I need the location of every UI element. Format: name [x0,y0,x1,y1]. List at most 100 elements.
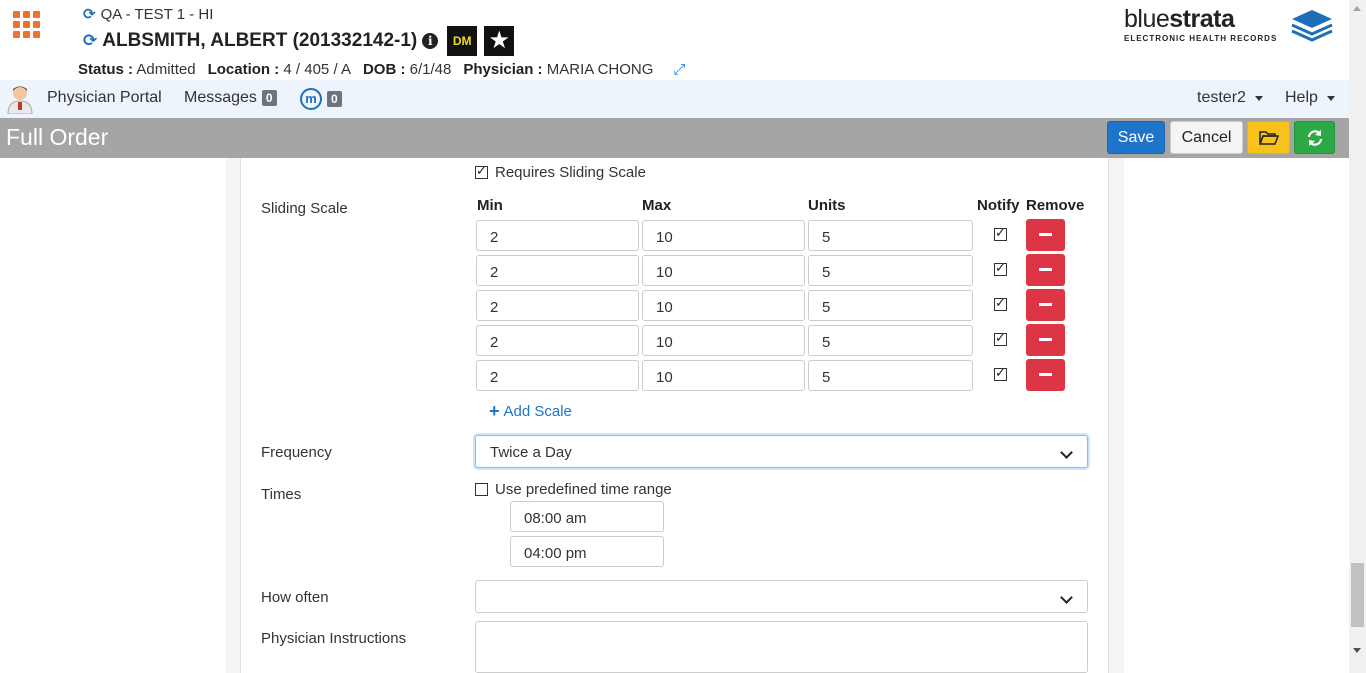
facility-line: ⟳ QA - TEST 1 - HI [83,5,214,24]
how-often-select[interactable] [475,580,1088,613]
requires-sliding-scale-checkbox[interactable] [475,163,488,179]
scroll-thumb[interactable] [1351,563,1364,627]
help-menu[interactable]: Help [1285,89,1335,107]
requires-sliding-scale-row[interactable]: Requires Sliding Scale [475,163,646,181]
logo-text-light: blue [1124,5,1170,33]
physician-label: Physician : [463,61,543,78]
m-count-badge: 0 [327,91,342,107]
min-input[interactable]: 2 [476,220,639,251]
physician-instructions-textarea[interactable] [475,621,1088,673]
plus-icon: + [489,401,500,421]
notify-checkbox[interactable] [994,330,1007,346]
nav-messages-label: Messages [184,89,257,106]
units-input[interactable]: 5 [808,290,973,321]
remove-row-button[interactable] [1026,359,1065,391]
nav-m-messages[interactable]: m 0 [300,88,342,110]
chevron-down-icon [1060,446,1073,459]
col-max: Max [642,197,672,214]
requires-sliding-scale-label: Requires Sliding Scale [495,164,646,181]
max-input[interactable]: 10 [642,325,805,356]
frequency-label: Frequency [261,444,332,461]
refresh-icon[interactable]: ⟳ [83,5,96,23]
notify-checkbox[interactable] [994,260,1007,276]
dm-badge[interactable]: DM [447,26,478,56]
nav-physician-portal-label: Physician Portal [47,89,162,106]
remove-row-button[interactable] [1026,289,1065,321]
refresh-icon[interactable]: ⟳ [83,31,97,51]
units-input[interactable]: 5 [808,360,973,391]
facility-name: QA - TEST 1 - HI [100,5,214,23]
logo-text-bold: strata [1169,5,1235,33]
col-notify: Notify [977,197,1020,214]
times-label: Times [261,486,302,503]
location-label: Location : [207,61,280,78]
star-badge-icon[interactable]: ★ [484,26,515,56]
col-min: Min [477,197,503,214]
caret-down-icon [1254,95,1263,101]
col-remove: Remove [1026,197,1085,214]
remove-row-button[interactable] [1026,324,1065,356]
time-input[interactable]: 08:00 am [510,501,664,532]
predefined-range-label: Use predefined time range [495,481,672,498]
min-input[interactable]: 2 [476,290,639,321]
max-input[interactable]: 10 [642,255,805,286]
predefined-range-checkbox[interactable] [475,483,488,496]
caret-down-icon [1326,95,1335,101]
notify-checkbox[interactable] [994,295,1007,311]
time-input[interactable]: 04:00 pm [510,536,664,567]
remove-row-button[interactable] [1026,219,1065,251]
nav-physician-portal[interactable]: Physician Portal [47,89,162,107]
folder-open-icon [1258,131,1279,145]
cancel-button[interactable]: Cancel [1170,121,1243,154]
bluestrata-logo: bluestrata ELECTRONIC HEALTH RECORDS [1124,6,1334,46]
user-name: tester2 [1197,89,1246,106]
open-folder-button[interactable] [1247,121,1290,154]
frequency-select[interactable]: Twice a Day [475,435,1088,468]
units-input[interactable]: 5 [808,220,973,251]
physician-instructions-label: Physician Instructions [261,630,407,647]
refresh-icon [1307,129,1322,146]
layers-logo-icon [1291,10,1333,42]
dob-value: 6/1/48 [409,61,452,78]
min-input[interactable]: 2 [476,255,639,286]
save-button[interactable]: Save [1107,121,1165,154]
user-menu[interactable]: tester2 [1197,89,1263,107]
title-bar: Full Order Save Cancel [0,118,1349,158]
apps-grid-icon[interactable] [13,11,41,39]
status-label: Status : [78,61,134,78]
m-messaging-icon: m [300,88,322,110]
dob-label: DOB : [362,61,406,78]
patient-name: ALBSMITH, ALBERT (201332142-1) [102,30,418,51]
remove-row-button[interactable] [1026,254,1065,286]
how-often-label: How often [261,589,329,606]
refresh-button[interactable] [1294,121,1335,154]
max-input[interactable]: 10 [642,360,805,391]
patient-header: ⟳ QA - TEST 1 - HI ⟳ ALBSMITH, ALBERT (2… [0,0,1349,80]
nav-messages[interactable]: Messages 0 [184,89,277,107]
min-input[interactable]: 2 [476,325,639,356]
order-form: Requires Sliding Scale Sliding Scale Min… [0,158,1349,673]
max-input[interactable]: 10 [642,290,805,321]
help-label: Help [1285,89,1318,106]
notify-checkbox[interactable] [994,225,1007,241]
page-scrollbar[interactable] [1349,0,1366,673]
min-input[interactable]: 2 [476,360,639,391]
patient-details: Status : Admitted Location : 4 / 405 / A… [78,61,685,78]
left-gutter [226,158,241,673]
scroll-down-arrow-icon[interactable] [1353,648,1361,653]
max-input[interactable]: 10 [642,220,805,251]
patient-line: ⟳ ALBSMITH, ALBERT (201332142-1) i DM ★ [83,26,515,56]
frequency-value: Twice a Day [490,444,572,461]
predefined-range-row[interactable]: Use predefined time range [475,481,672,498]
units-input[interactable]: 5 [808,255,973,286]
physician-avatar-icon [7,86,33,114]
expand-icon[interactable]: ⤢ [673,61,685,78]
page-title: Full Order [6,124,109,150]
units-input[interactable]: 5 [808,325,973,356]
sliding-scale-label: Sliding Scale [261,200,348,217]
add-scale-link[interactable]: + Add Scale [489,401,572,422]
info-icon[interactable]: i [422,33,439,49]
scroll-up-arrow-icon[interactable] [1353,6,1361,11]
notify-checkbox[interactable] [994,365,1007,381]
add-scale-label: Add Scale [503,403,572,420]
